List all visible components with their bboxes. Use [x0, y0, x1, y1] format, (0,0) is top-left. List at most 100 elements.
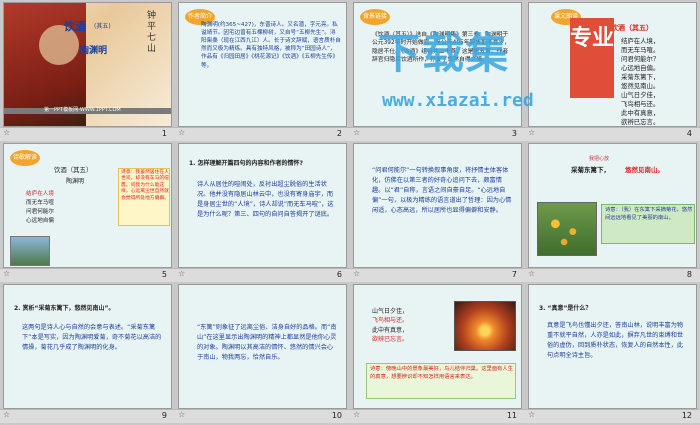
slide-6-heading: 1. 怎样理解开篇四句的内容和作者的情怀?	[189, 160, 304, 167]
slide-2-canvas: 作者简介 陶渊明(约365~427)，东晋诗人。又名潜，字元亮。私谥靖节。因宅边…	[178, 2, 347, 127]
slide-number: 11	[506, 411, 517, 420]
poem-line: 心远地自偏	[26, 217, 54, 224]
poem-line: 而无车马喧。	[621, 45, 660, 54]
slide-number: 12	[681, 411, 692, 420]
poem-line: 而无车马喧	[26, 199, 54, 206]
star-icon: ☆	[353, 410, 361, 419]
slide-number: 9	[161, 411, 167, 420]
slide-9-bar: ☆ 9	[0, 409, 175, 423]
star-icon: ☆	[3, 128, 11, 137]
star-icon: ☆	[178, 128, 186, 137]
slide-8-note-box: 诗意：（我）在东篱下采摘菊花，悠然间远远地看见了美丽的南山。	[601, 204, 695, 244]
poem-line: 欲辨已忘言。	[621, 117, 660, 126]
slide-2-bar: ☆ 2	[175, 127, 350, 141]
slide-1-canvas: 钟平七山 饮酒 (其五) 陶渊明 第一PPT模板网-WWW.1PPT.COM	[3, 2, 172, 127]
slide-thumbnail-1[interactable]: 钟平七山 饮酒 (其五) 陶渊明 第一PPT模板网-WWW.1PPT.COM ☆…	[0, 0, 175, 141]
slide-7-body: “问君何能尔”一句转换叙事角度，将抒情主体客体化，仿佛在以第三者的好奇心追问下去…	[372, 167, 512, 214]
slide-1-author: 陶渊明	[80, 46, 108, 56]
slide-5-title: 饮酒（其五）	[54, 166, 93, 174]
poem-line: 飞鸟相与还。	[372, 317, 409, 325]
slide-5-canvas: 诗歌解读 饮酒（其五） 陶渊明 结庐在人境 而无车马喧 问君何能尔 心远地自偏 …	[3, 143, 172, 268]
poem-line: 山气日夕佳，	[621, 90, 660, 99]
slide-1-bar: ☆ 1	[0, 127, 175, 141]
slide-1-subtitle: (其五)	[94, 23, 111, 30]
slide-number: 4	[686, 129, 692, 138]
slide-thumbnail-2[interactable]: 作者简介 陶渊明(约365~427)，东晋诗人。又名潜，字元亮。私谥靖节。因宅边…	[175, 0, 350, 141]
slide-thumbnail-12[interactable]: 3. “真意”是什么？ 真意是飞鸟也懂出夕还，答南山林，说明丰富为物重不就平自然…	[525, 282, 700, 423]
star-icon: ☆	[178, 410, 186, 419]
slide-number: 7	[511, 270, 517, 279]
watermark-main: 下载集	[378, 29, 511, 78]
slide-11-note-box: 诗意：傍晚山中的景象最美好，鸟儿结伴归巢。这里面有人生的真意，想要辨识却不知怎样…	[366, 363, 516, 399]
slide-number: 6	[336, 270, 342, 279]
slide-5-tag: 诗歌解读	[10, 150, 40, 166]
slide-6-canvas: 1. 怎样理解开篇四句的内容和作者的情怀? 诗人从居住的喧闹处，反衬出超尘脱俗的…	[178, 143, 347, 268]
slide-5-note-box: 诗意：我虽然居住在人世间，却没有车马的喧嚣。问我为什么能这样，心远离尘世自然就会…	[118, 168, 170, 226]
slide-thumbnail-5[interactable]: 诗歌解读 饮酒（其五） 陶渊明 结庐在人境 而无车马喧 问君何能尔 心远地自偏 …	[0, 141, 175, 282]
poem-line: 此中有真意，	[621, 108, 660, 117]
poem-line: 悠然见南山。	[621, 81, 660, 90]
slide-number: 5	[161, 270, 167, 279]
chrysanthemum-image	[537, 202, 597, 256]
star-icon: ☆	[3, 410, 11, 419]
slide-6-bar: ☆ 6	[175, 268, 350, 282]
star-icon: ☆	[528, 128, 536, 137]
slide-4-lines: 结庐在人境， 而无车马喧。 问君何能尔？ 心远地自偏。 采菊东篱下， 悠然见南山…	[621, 37, 660, 126]
slide-number: 10	[331, 411, 342, 420]
slide-8-canvas: 我把心放 采菊东篱下， 悠然见南山。 诗意：（我）在东篱下采摘菊花，悠然间远远地…	[528, 143, 697, 268]
slide-number: 1	[161, 129, 167, 138]
slide-10-bar: ☆ 10	[175, 409, 350, 423]
slide-8-line-2: 悠然见南山。	[625, 166, 664, 174]
slide-thumbnail-11[interactable]: 山气日夕佳， 飞鸟相与还。 此中有真意， 欲辨已忘言。 诗意：傍晚山中的景象最美…	[350, 282, 525, 423]
poem-line: 飞鸟相与还。	[621, 99, 660, 108]
slide-5-keys: 结庐在人境 而无车马喧 问君何能尔 心远地自偏	[26, 190, 54, 226]
slide-thumbnail-6[interactable]: 1. 怎样理解开篇四句的内容和作者的情怀? 诗人从居住的喧闹处，反衬出超尘脱俗的…	[175, 141, 350, 282]
slide-7-bar: ☆ 7	[350, 268, 525, 282]
slide-12-canvas: 3. “真意”是什么？ 真意是飞鸟也懂出夕还，答南山林，说明丰富为物重不就平自然…	[528, 284, 697, 409]
calligraphy: 钟平七山	[147, 11, 157, 54]
slide-11-lines: 山气日夕佳， 飞鸟相与还。 此中有真意， 欲辨已忘言。	[372, 307, 408, 344]
slide-6-body: 诗人从居住的喧闹处，反衬出超尘脱俗的生活状况。他并没有隐居山林云中，也没有寄身庙…	[197, 181, 334, 218]
star-icon: ☆	[178, 269, 186, 278]
slide-5-author: 陶渊明	[66, 178, 85, 185]
slide-number: 8	[686, 270, 692, 279]
slide-number: 2	[336, 129, 342, 138]
sunset-image	[454, 301, 516, 351]
slide-12-body: 真意是飞鸟也懂出夕还，答南山林，说明丰富为物重不就平自然，人亦是如此，摒弃凡世的…	[547, 322, 684, 359]
star-icon: ☆	[528, 410, 536, 419]
slide-thumbnail-7[interactable]: “问君何能尔”一句转换叙事角度，将抒情主体客体化，仿佛在以第三者的好奇心追问下去…	[350, 141, 525, 282]
star-icon: ☆	[528, 269, 536, 278]
poem-line: 结庐在人境，	[621, 37, 660, 45]
slide-10-body: “东篱”则象征了远离尘俗、洁身自好的品格。而“南山”在这里显示出陶渊明的精神上都…	[197, 324, 337, 361]
poem-line: 此中有真意，	[372, 326, 409, 334]
slide-8-annot: 我把心放	[589, 156, 610, 162]
landscape-image	[10, 236, 50, 266]
slide-8-line-1: 采菊东篱下，	[571, 166, 610, 174]
slide-5-note: 诗意：我虽然居住在人世间，却没有车马的喧嚣。问我为什么能这样，心远离尘世自然就会…	[121, 170, 169, 201]
poem-line: 山气日夕佳，	[372, 308, 409, 315]
poem-line: 结庐在人境	[26, 191, 54, 197]
poem-line: 欲辨已忘言。	[372, 335, 409, 343]
slide-8-bar: ☆ 8	[525, 268, 700, 282]
slide-thumbnail-10[interactable]: “东篱”则象征了远离尘俗、洁身自好的品格。而“南山”在这里显示出陶渊明的精神上都…	[175, 282, 350, 423]
slide-1-footer: 第一PPT模板网-WWW.1PPT.COM	[44, 106, 121, 113]
slide-11-note: 诗意：傍晚山中的景象最美好，鸟儿结伴归巢。这里面有人生的真意，想要辨识却不知怎样…	[370, 366, 514, 380]
slide-3-bar: ☆ 3	[350, 127, 525, 141]
slide-1-title: 饮酒	[64, 20, 86, 33]
slide-thumbnail-9[interactable]: 2. 赏析“采菊东篱下，悠然见南山”。 这两句是诗人心与自然的会意与表述。“采菊…	[0, 282, 175, 423]
poem-line: 采菊东篱下，	[621, 72, 660, 81]
star-icon: ☆	[353, 128, 361, 137]
poem-line: 问君何能尔	[26, 208, 54, 215]
watermark-url: www.xiazai.red	[382, 90, 534, 111]
slide-thumbnail-8[interactable]: 我把心放 采菊东篱下， 悠然见南山。 诗意：（我）在东篱下采摘菊花，悠然间远远地…	[525, 141, 700, 282]
poem-line: 心远地自偏。	[621, 63, 660, 72]
poem-line: 问君何能尔？	[621, 54, 660, 63]
slide-7-canvas: “问君何能尔”一句转换叙事角度，将抒情主体客体化，仿佛在以第三者的好奇心追问下去…	[353, 143, 522, 268]
slide-9-heading: 2. 赏析“采菊东篱下，悠然见南山”。	[14, 305, 115, 312]
slide-12-heading: 3. “真意”是什么？	[539, 305, 592, 312]
slide-9-canvas: 2. 赏析“采菊东篱下，悠然见南山”。 这两句是诗人心与自然的会意与表述。“采菊…	[3, 284, 172, 409]
slide-9-body: 这两句是诗人心与自然的会意与表述。“采菊东篱下”本是写实，因为陶渊明爱菊，奇不菊…	[22, 324, 162, 351]
slide-number: 3	[511, 129, 517, 138]
slide-4-bar: ☆ 4	[525, 127, 700, 141]
slide-11-canvas: 山气日夕佳， 飞鸟相与还。 此中有真意， 欲辨已忘言。 诗意：傍晚山中的景象最美…	[353, 284, 522, 409]
